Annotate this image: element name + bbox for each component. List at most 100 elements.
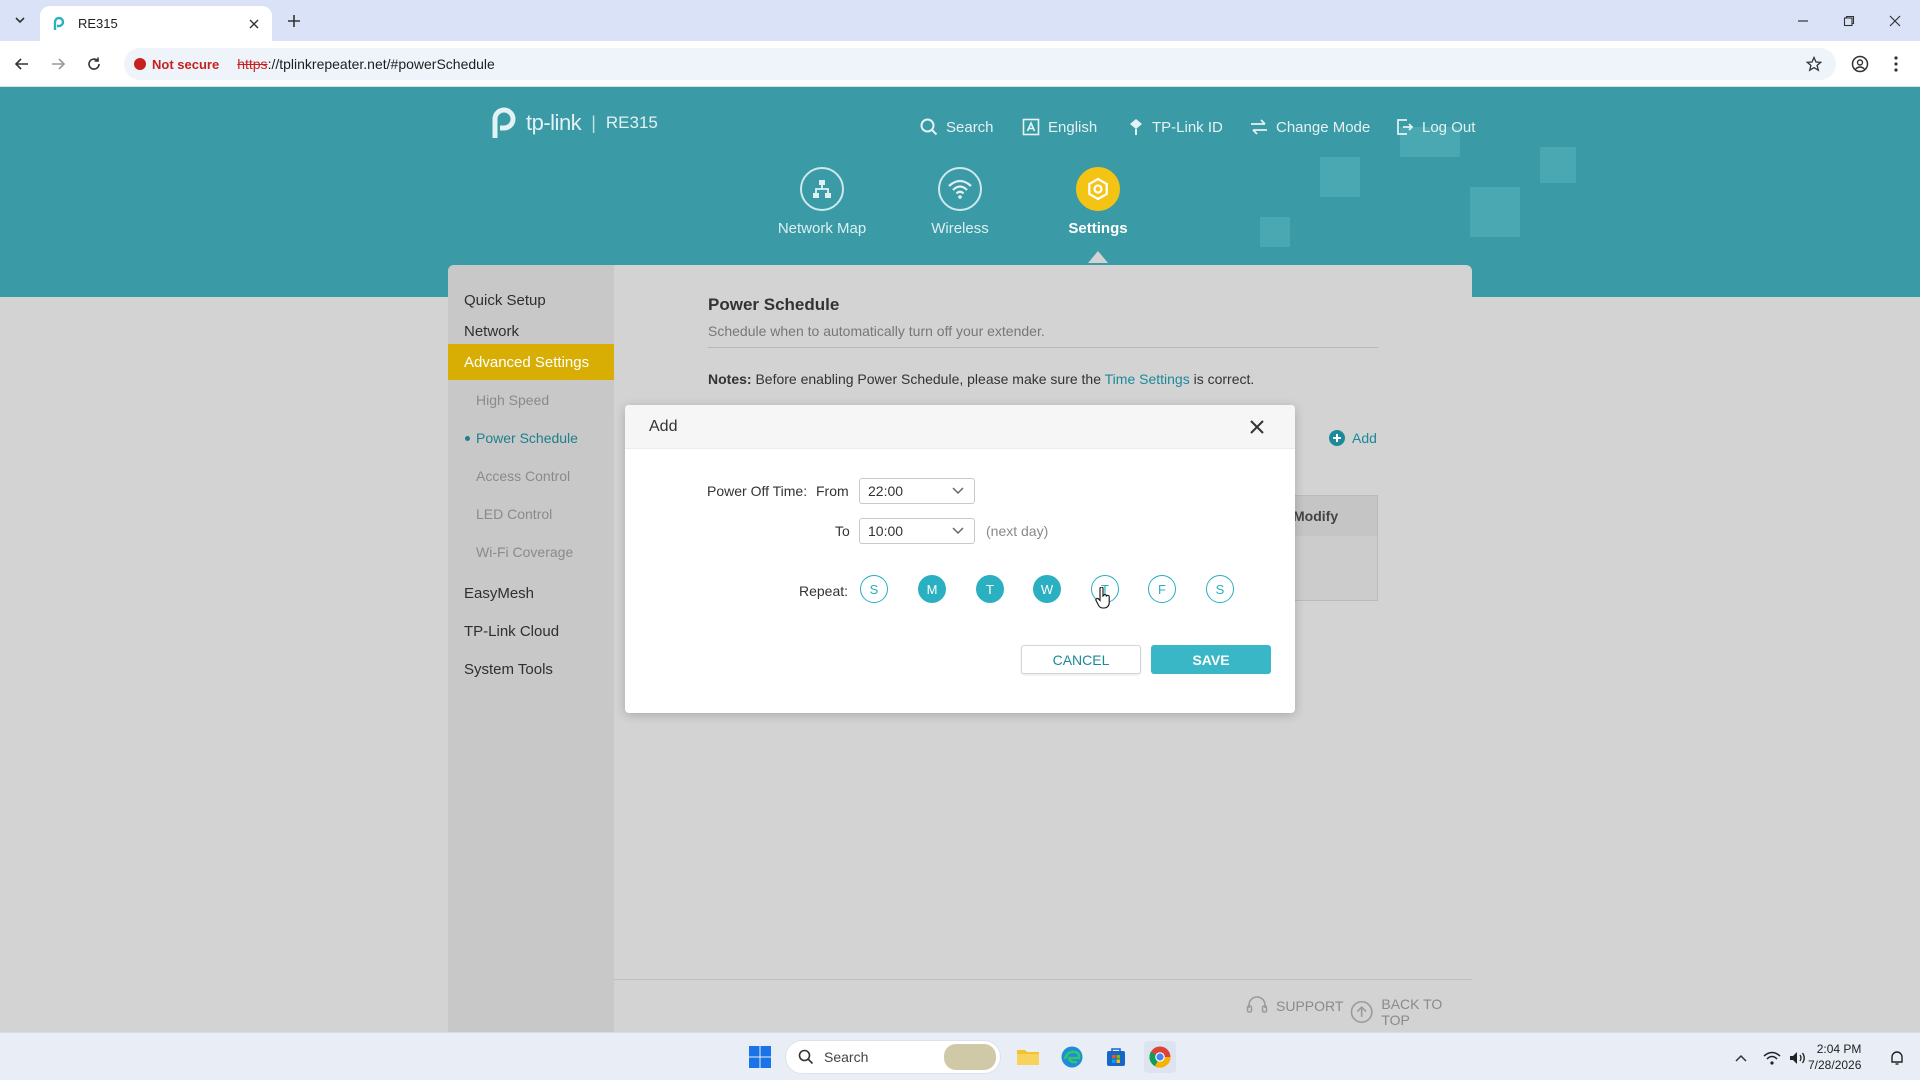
tplink-id-icon	[1130, 119, 1142, 135]
browser-toolbar: Not secure https://tplinkrepeater.net/#p…	[0, 41, 1920, 87]
url-path: ://tplinkrepeater.net/#powerSchedule	[267, 56, 495, 72]
security-indicator[interactable]: Not secure	[134, 57, 219, 72]
window-close-icon[interactable]	[1872, 0, 1918, 41]
minimize-icon[interactable]	[1780, 0, 1826, 41]
tp-link-logo[interactable]: tp-link | RE315	[484, 105, 658, 141]
search-icon	[798, 1049, 814, 1065]
sidebar-item-wifi-coverage[interactable]: Wi-Fi Coverage	[448, 534, 614, 570]
search-highlight-image	[944, 1044, 996, 1070]
to-time-value: 10:00	[868, 523, 904, 539]
day-toggle-wednesday[interactable]: W	[1033, 575, 1061, 603]
day-toggle-saturday[interactable]: S	[1206, 575, 1234, 603]
power-off-time-label: Power Off Time:	[707, 483, 808, 499]
chevron-down-icon	[952, 527, 964, 535]
tab-search-chevron-icon[interactable]	[8, 8, 32, 32]
sidebar-item-easymesh[interactable]: EasyMesh	[448, 575, 614, 611]
save-button[interactable]: SAVE	[1151, 645, 1271, 674]
edge-browser-icon[interactable]	[1056, 1041, 1088, 1073]
dialog-close-icon[interactable]	[1245, 415, 1269, 439]
nav-settings-label: Settings	[1068, 220, 1128, 237]
change-mode-icon	[1251, 119, 1267, 135]
bookmark-star-icon[interactable]	[1804, 54, 1824, 74]
banner-decoration	[1320, 157, 1360, 197]
file-explorer-icon[interactable]	[1012, 1041, 1044, 1073]
support-link[interactable]: SUPPORT	[1246, 996, 1343, 1016]
next-day-note: (next day)	[986, 523, 1049, 539]
sidebar-item-advanced-settings[interactable]: Advanced Settings	[448, 344, 614, 380]
day-toggle-monday[interactable]: M	[918, 575, 946, 603]
forward-arrow-icon[interactable]	[46, 52, 70, 76]
time-settings-link[interactable]: Time Settings	[1105, 371, 1190, 387]
browser-tab-bar: RE315	[0, 0, 1920, 41]
support-label: SUPPORT	[1276, 998, 1344, 1014]
banner-decoration	[1260, 217, 1290, 247]
taskbar-search-box[interactable]: Search	[785, 1040, 1001, 1074]
sidebar-item-system-tools[interactable]: System Tools	[448, 651, 614, 687]
column-header-modify: Modify	[1293, 508, 1339, 524]
address-bar[interactable]: Not secure https://tplinkrepeater.net/#p…	[124, 48, 1836, 80]
clock-time: 2:04 PM	[1816, 1042, 1862, 1056]
system-clock[interactable]: 2:04 PM 7/28/2026	[1808, 1041, 1861, 1073]
sidebar-item-high-speed[interactable]: High Speed	[448, 382, 614, 418]
back-arrow-icon[interactable]	[10, 52, 34, 76]
language-link-label: English	[1048, 118, 1098, 136]
warning-icon	[134, 58, 146, 70]
new-tab-plus-icon[interactable]	[282, 9, 306, 33]
profile-icon[interactable]	[1848, 52, 1872, 76]
tplink-id-link-label: TP-Link ID	[1152, 118, 1223, 136]
search-icon	[920, 118, 938, 136]
logo-separator: |	[591, 112, 596, 133]
cancel-button[interactable]: CANCEL	[1021, 645, 1141, 674]
add-schedule-dialog: Add Power Off Time: From 22:00 To 10:00 …	[625, 405, 1295, 713]
from-time-select[interactable]: 22:00	[859, 478, 975, 504]
restore-icon[interactable]	[1826, 0, 1872, 41]
reload-icon[interactable]	[82, 52, 106, 76]
search-link[interactable]: Search	[920, 115, 994, 139]
chevron-down-icon	[952, 487, 964, 495]
notification-bell-icon[interactable]	[1886, 1047, 1908, 1069]
browser-menu-icon[interactable]	[1884, 52, 1908, 76]
notes-body: Before enabling Power Schedule, please m…	[751, 371, 1105, 387]
from-label: From	[816, 483, 849, 499]
volume-icon[interactable]	[1786, 1047, 1808, 1069]
nav-wireless[interactable]: Wireless	[905, 167, 1015, 237]
add-circle-icon	[1329, 430, 1345, 446]
page-description: Schedule when to automatically turn off …	[708, 323, 1378, 348]
logout-icon	[1397, 119, 1414, 135]
page-title: Power Schedule	[708, 295, 840, 314]
nav-network-map[interactable]: Network Map	[767, 167, 877, 237]
back-to-top-link[interactable]: BACK TO TOP	[1350, 996, 1472, 1028]
nav-settings[interactable]: Settings	[1043, 167, 1153, 237]
to-time-select[interactable]: 10:00	[859, 518, 975, 544]
add-schedule-button[interactable]: Add	[1328, 429, 1377, 447]
windows-start-icon[interactable]	[744, 1041, 776, 1073]
sidebar-item-tplink-cloud[interactable]: TP-Link Cloud	[448, 613, 614, 649]
wifi-status-icon[interactable]	[1761, 1047, 1783, 1069]
chrome-browser-icon[interactable]	[1144, 1041, 1176, 1073]
notes-label: Notes:	[708, 371, 752, 387]
language-link[interactable]: English	[1022, 115, 1097, 139]
logout-link[interactable]: Log Out	[1396, 115, 1475, 139]
taskbar-search-placeholder: Search	[824, 1049, 869, 1065]
sidebar-item-led-control[interactable]: LED Control	[448, 496, 614, 532]
day-toggle-friday[interactable]: F	[1148, 575, 1176, 603]
tab-close-icon[interactable]	[246, 16, 262, 32]
security-label: Not secure	[152, 56, 220, 72]
day-toggle-tuesday[interactable]: T	[976, 575, 1004, 603]
banner-decoration	[1540, 147, 1576, 183]
tplink-id-link[interactable]: TP-Link ID	[1128, 115, 1223, 139]
day-toggle-sunday[interactable]: S	[860, 575, 888, 603]
browser-tab[interactable]: RE315	[40, 6, 272, 41]
sidebar-item-access-control[interactable]: Access Control	[448, 458, 614, 494]
sidebar-item-power-schedule[interactable]: Power Schedule	[448, 420, 614, 456]
dialog-header	[625, 405, 1295, 449]
tray-chevron-up-icon[interactable]	[1730, 1047, 1752, 1069]
search-link-label: Search	[946, 118, 994, 136]
tp-link-logo-icon	[492, 107, 516, 138]
add-schedule-label: Add	[1352, 430, 1377, 446]
change-mode-link[interactable]: Change Mode	[1250, 115, 1370, 139]
notes-text: Notes: Before enabling Power Schedule, p…	[708, 371, 1254, 387]
microsoft-store-icon[interactable]	[1100, 1041, 1132, 1073]
model-name: RE315	[605, 113, 658, 132]
back-to-top-label: BACK TO TOP	[1381, 996, 1443, 1028]
